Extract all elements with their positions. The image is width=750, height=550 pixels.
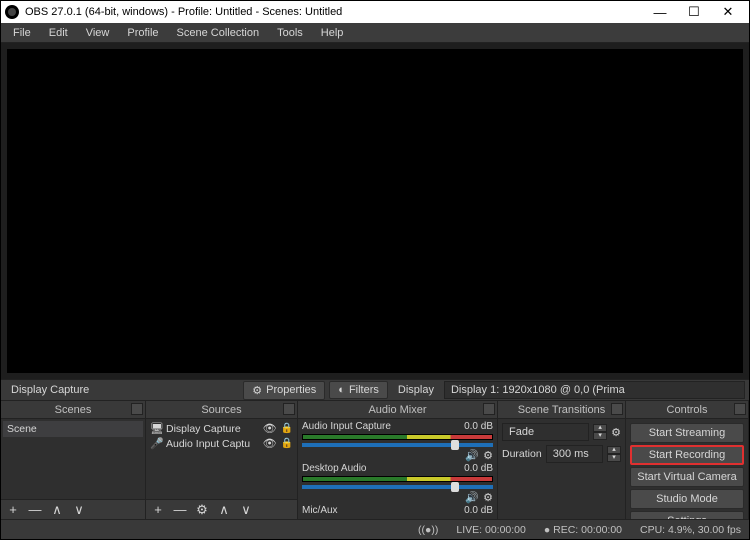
source-up-button[interactable]: ∧	[216, 502, 232, 518]
mixer-title: Audio Mixer	[368, 404, 426, 416]
record-icon: ●	[544, 524, 550, 536]
menu-view[interactable]: View	[78, 25, 118, 41]
transitions-dock: Scene Transitions Fade ▴▾ Duration 300 m…	[498, 401, 626, 519]
scene-up-button[interactable]: ∧	[49, 502, 65, 518]
volume-slider[interactable]	[302, 443, 493, 447]
mixer-channel-name: Audio Input Capture	[302, 421, 391, 432]
speaker-icon[interactable]: 🔊	[465, 491, 479, 504]
duration-input[interactable]: 300 ms	[546, 445, 603, 463]
menu-tools[interactable]: Tools	[269, 25, 311, 41]
menu-help[interactable]: Help	[313, 25, 352, 41]
broadcast-icon: ((●))	[418, 524, 438, 536]
titlebar: OBS 27.0.1 (64-bit, windows) - Profile: …	[1, 1, 749, 23]
close-button[interactable]: ✕	[711, 1, 745, 23]
sources-dock: Sources 🖥 Display Capture 👁 🔒 🎤 Audio In…	[146, 401, 298, 519]
transition-settings-icon[interactable]	[611, 426, 621, 439]
filters-icon: ◐	[338, 384, 345, 396]
mixer-channel-db: 0.0 dB	[464, 421, 493, 432]
sources-popout-icon[interactable]	[283, 403, 295, 415]
preview-canvas[interactable]	[7, 49, 743, 373]
transitions-title: Scene Transitions	[518, 404, 605, 416]
properties-button[interactable]: Properties	[243, 381, 325, 400]
scene-add-button[interactable]: +	[5, 502, 21, 518]
menubar: File Edit View Profile Scene Collection …	[1, 23, 749, 43]
source-settings-button[interactable]: ⚙	[194, 502, 210, 518]
mixer-channel-db: 0.0 dB	[464, 505, 493, 516]
scene-down-button[interactable]: ∨	[71, 502, 87, 518]
status-live: LIVE: 00:00:00	[456, 524, 525, 536]
source-remove-button[interactable]: —	[172, 502, 188, 518]
status-cpu: CPU: 4.9%, 30.00 fps	[640, 524, 741, 536]
filters-button[interactable]: ◐Filters	[329, 381, 388, 399]
source-add-button[interactable]: +	[150, 502, 166, 518]
source-toolbar: Display Capture Properties ◐Filters Disp…	[1, 379, 749, 401]
settings-button[interactable]: Settings	[630, 511, 744, 519]
scenes-dock: Scenes Scene + — ∧ ∨	[1, 401, 146, 519]
scene-remove-button[interactable]: —	[27, 502, 43, 518]
obs-window: OBS 27.0.1 (64-bit, windows) - Profile: …	[0, 0, 750, 540]
down-icon[interactable]: ▾	[607, 454, 621, 462]
obs-logo-icon	[5, 5, 19, 19]
scene-item[interactable]: Scene	[3, 421, 143, 437]
docks: Scenes Scene + — ∧ ∨ Sources 🖥 Display C…	[1, 401, 749, 519]
source-down-button[interactable]: ∨	[238, 502, 254, 518]
lock-icon[interactable]: 🔒	[281, 438, 293, 449]
volume-slider[interactable]	[302, 485, 493, 489]
scenes-popout-icon[interactable]	[131, 403, 143, 415]
gear-icon	[252, 384, 262, 397]
source-label: Display Capture	[166, 423, 241, 435]
menu-profile[interactable]: Profile	[119, 25, 166, 41]
up-icon[interactable]: ▴	[607, 446, 621, 454]
maximize-button[interactable]: ☐	[677, 1, 711, 23]
audio-meter	[302, 434, 493, 440]
controls-popout-icon[interactable]	[734, 403, 746, 415]
lock-icon[interactable]: 🔒	[281, 423, 293, 434]
controls-dock: Controls Start Streaming Start Recording…	[626, 401, 749, 519]
up-icon[interactable]: ▴	[593, 424, 607, 432]
mixer-popout-icon[interactable]	[483, 403, 495, 415]
window-title: OBS 27.0.1 (64-bit, windows) - Profile: …	[25, 6, 342, 18]
source-item[interactable]: 🎤 Audio Input Captu 👁 🔒	[148, 436, 295, 451]
minimize-button[interactable]: —	[643, 1, 677, 23]
menu-scene-collection[interactable]: Scene Collection	[169, 25, 268, 41]
start-recording-button[interactable]: Start Recording	[630, 445, 744, 465]
display-select[interactable]: Display 1: 1920x1080 @ 0,0 (Prima	[444, 381, 745, 399]
visibility-icon[interactable]: 👁	[263, 422, 277, 435]
mixer-channel-db: 0.0 dB	[464, 463, 493, 474]
mixer-settings-icon[interactable]: ⚙	[483, 491, 493, 504]
controls-title: Controls	[667, 404, 708, 416]
audio-mixer-dock: Audio Mixer Audio Input Capture 0.0 dB 🔊 ⚙…	[298, 401, 498, 519]
status-rec: REC: 00:00:00	[553, 524, 622, 536]
sources-title: Sources	[201, 404, 241, 416]
start-virtual-camera-button[interactable]: Start Virtual Camera	[630, 467, 744, 487]
mixer-channel-name: Desktop Audio	[302, 463, 367, 474]
scenes-title: Scenes	[55, 404, 92, 416]
transitions-popout-icon[interactable]	[611, 403, 623, 415]
transition-select[interactable]: Fade	[502, 423, 589, 441]
source-item[interactable]: 🖥 Display Capture 👁 🔒	[148, 421, 295, 436]
mixer-settings-icon[interactable]: ⚙	[483, 449, 493, 462]
studio-mode-button[interactable]: Studio Mode	[630, 489, 744, 509]
menu-file[interactable]: File	[5, 25, 39, 41]
audio-meter	[302, 476, 493, 482]
start-streaming-button[interactable]: Start Streaming	[630, 423, 744, 443]
speaker-icon[interactable]: 🔊	[465, 449, 479, 462]
visibility-icon[interactable]: 👁	[263, 437, 277, 450]
mixer-channel-name: Mic/Aux	[302, 505, 338, 516]
display-label: Display	[392, 384, 440, 396]
preview-area	[1, 43, 749, 379]
mic-icon: 🎤	[150, 437, 162, 450]
display-icon: 🖥	[150, 422, 162, 435]
selected-source-label: Display Capture	[5, 384, 95, 396]
duration-label: Duration	[502, 448, 542, 460]
source-label: Audio Input Captu	[166, 438, 250, 450]
down-icon[interactable]: ▾	[593, 432, 607, 440]
statusbar: ((●)) LIVE: 00:00:00 ● REC: 00:00:00 CPU…	[1, 519, 749, 539]
menu-edit[interactable]: Edit	[41, 25, 76, 41]
